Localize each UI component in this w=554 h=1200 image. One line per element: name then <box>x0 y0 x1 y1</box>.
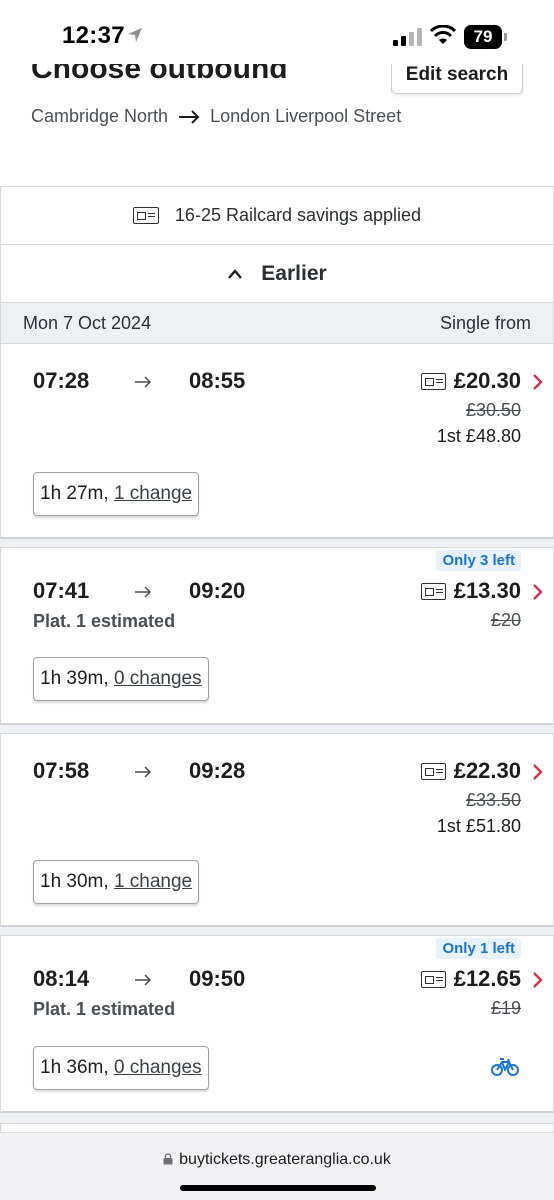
journey-duration: 1h 30m, <box>40 871 109 892</box>
price-row: £22.30 <box>420 758 521 784</box>
arrival-time: 09:20 <box>189 578 246 603</box>
chevron-right-icon[interactable] <box>532 583 543 601</box>
journey-card[interactable]: Only 3 left 07:41 09:20 Plat. 1 estimate… <box>0 547 554 725</box>
railcard-text: 16-25 Railcard savings applied <box>174 205 422 225</box>
fare-price: £13.30 <box>453 578 521 603</box>
chevron-right-icon[interactable] <box>532 763 543 781</box>
price-row: £12.65 <box>420 966 521 992</box>
departure-time: 07:28 <box>33 368 90 393</box>
arrival-time: 08:55 <box>189 368 246 393</box>
price-row: £20.30 <box>420 368 521 394</box>
card-separator <box>0 927 554 935</box>
fare-price: £22.30 <box>453 758 521 783</box>
journey-card[interactable]: Only 1 left 08:14 09:50 Plat. 1 estimate… <box>0 935 554 1113</box>
original-price: £20 <box>490 610 521 630</box>
departure-time: 08:14 <box>33 966 90 991</box>
date-header: Mon 7 Oct 2024 Single from <box>0 303 554 343</box>
chevron-right-icon[interactable] <box>532 373 543 391</box>
changes-link[interactable]: 1 change <box>114 483 192 504</box>
fare-price: £20.30 <box>453 368 521 393</box>
availability-badge: Only 3 left <box>436 550 521 571</box>
price-row: £13.30 <box>420 578 521 604</box>
original-price: £33.50 <box>465 790 521 810</box>
arrow-right-icon <box>179 109 200 124</box>
fare-price: £12.65 <box>453 966 521 991</box>
status-time: 12:37 <box>62 22 125 49</box>
changes-link[interactable]: 0 changes <box>114 668 202 689</box>
railcard-icon <box>420 970 446 988</box>
battery-level: 79 <box>473 27 493 46</box>
departure-time: 07:58 <box>33 758 90 783</box>
travel-date: Mon 7 Oct 2024 <box>23 313 152 333</box>
journey-duration: 1h 27m, <box>40 483 109 504</box>
earlier-button[interactable]: Earlier <box>0 245 554 303</box>
price-column-header: Single from <box>439 313 531 333</box>
chevron-right-icon[interactable] <box>532 971 543 989</box>
changes-link[interactable]: 1 change <box>114 871 192 892</box>
arrow-right-icon <box>135 376 152 388</box>
earlier-label: Earlier <box>261 261 327 285</box>
card-separator <box>0 539 554 547</box>
railcard-icon <box>420 762 446 780</box>
battery-icon: 79 <box>464 25 508 49</box>
departure-time: 07:41 <box>33 578 90 603</box>
journey-card[interactable]: 07:58 09:28 £22.30 £33.50 1st £51.80 1h … <box>0 733 554 927</box>
journey-details-button[interactable]: 1h 30m, 1 change <box>33 860 200 904</box>
journey-details-button[interactable]: 1h 36m, 0 changes <box>33 1046 209 1090</box>
platform-info: Plat. 1 estimated <box>33 611 176 631</box>
wifi-icon <box>430 25 456 44</box>
journey-details-button[interactable]: 1h 39m, 0 changes <box>33 657 209 701</box>
arrow-right-icon <box>135 974 152 986</box>
railcard-banner: 16-25 Railcard savings applied <box>0 187 554 245</box>
journey-duration: 1h 36m, <box>40 1057 109 1078</box>
journey-card[interactable]: 07:28 08:55 £20.30 £30.50 1st £48.80 1h … <box>0 343 554 539</box>
lock-icon <box>163 1153 173 1165</box>
url-text: buytickets.greateranglia.co.uk <box>179 1151 391 1168</box>
original-price: £30.50 <box>465 400 521 420</box>
route-summary: Cambridge North London Liverpool Street <box>31 106 401 127</box>
card-separator <box>0 725 554 733</box>
changes-link[interactable]: 0 changes <box>114 1057 202 1078</box>
journey-duration: 1h 39m, <box>40 668 109 689</box>
origin-station: Cambridge North <box>31 106 169 126</box>
first-class-price[interactable]: 1st £48.80 <box>437 426 521 447</box>
location-arrow-icon <box>128 28 142 42</box>
chevron-up-icon <box>228 268 243 279</box>
browser-address-bar[interactable]: buytickets.greateranglia.co.uk <box>0 1132 554 1200</box>
arrow-right-icon <box>135 766 152 778</box>
journey-details-button[interactable]: 1h 27m, 1 change <box>33 472 200 516</box>
status-bar: 12:37 79 <box>0 0 554 64</box>
original-price: £19 <box>490 998 521 1018</box>
first-class-price[interactable]: 1st £51.80 <box>437 816 521 837</box>
bicycle-icon <box>491 1058 519 1076</box>
railcard-icon <box>132 207 159 224</box>
results-panel: 16-25 Railcard savings applied Earlier M… <box>0 186 554 1200</box>
railcard-icon <box>420 582 446 600</box>
cellular-signal-icon <box>393 28 422 46</box>
card-separator <box>0 1113 554 1123</box>
availability-badge: Only 1 left <box>436 938 521 959</box>
railcard-icon <box>420 372 446 390</box>
arrow-right-icon <box>135 586 152 598</box>
destination-station: London Liverpool Street <box>210 106 402 126</box>
arrival-time: 09:28 <box>189 758 246 783</box>
platform-info: Plat. 1 estimated <box>33 999 176 1019</box>
home-indicator[interactable] <box>180 1185 376 1191</box>
arrival-time: 09:50 <box>189 966 246 991</box>
url-display[interactable]: buytickets.greateranglia.co.uk <box>0 1151 554 1169</box>
